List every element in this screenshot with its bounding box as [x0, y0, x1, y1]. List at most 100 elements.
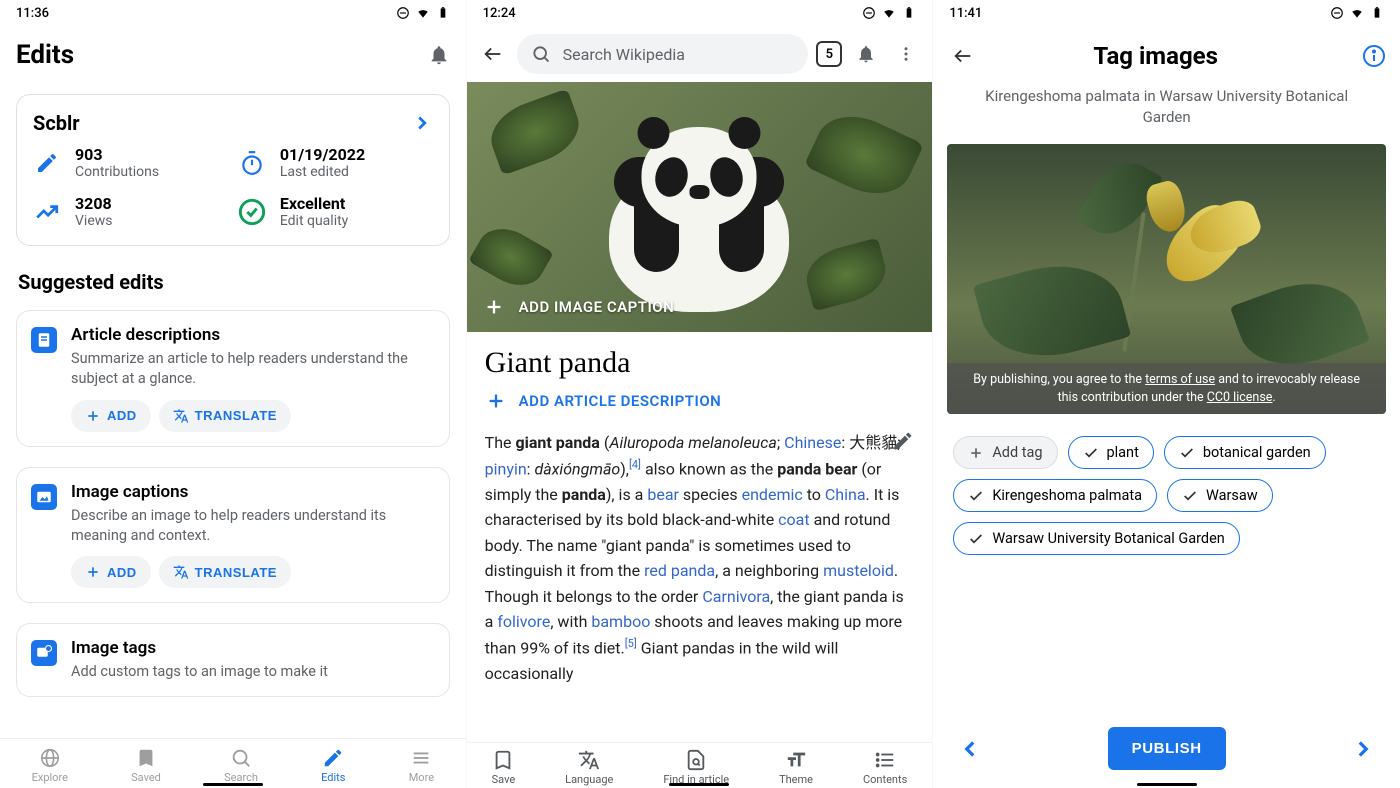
username: Scblr	[33, 111, 80, 135]
status-bar: 12:24	[467, 0, 933, 26]
trending-icon	[34, 199, 60, 225]
stat-views: 3208Views	[33, 194, 228, 229]
add-article-description-button[interactable]: ADD ARTICLE DESCRIPTION	[485, 390, 915, 412]
stopwatch-icon	[239, 150, 265, 176]
checkmark-circle-icon	[238, 198, 266, 226]
add-button[interactable]: ADD	[71, 400, 151, 432]
status-time: 11:36	[16, 6, 49, 21]
bookmark-outline-icon	[492, 749, 514, 771]
add-image-caption-button[interactable]: ADD IMAGE CAPTION	[483, 296, 675, 318]
link-bamboo[interactable]: bamboo	[591, 612, 650, 631]
notifications-icon[interactable]	[428, 44, 450, 66]
nav-explore[interactable]: Explore	[24, 745, 76, 786]
tag-image-icon	[35, 644, 53, 662]
nav-save[interactable]: Save	[492, 749, 516, 786]
terms-link[interactable]: terms of use	[1145, 372, 1215, 387]
screen-edits: 11:36 Edits Scblr 903Contributions 01/19…	[0, 0, 467, 788]
status-time: 12:24	[483, 6, 516, 21]
image-preview[interactable]: By publishing, you agree to the terms of…	[947, 144, 1386, 414]
nav-saved[interactable]: Saved	[123, 745, 169, 786]
nav-find[interactable]: Find in article	[663, 749, 729, 786]
check-icon	[1182, 488, 1198, 504]
link-folivore[interactable]: folivore	[497, 612, 550, 631]
more-vert-icon	[897, 45, 915, 63]
prev-button[interactable]	[957, 736, 983, 762]
edit-section-button[interactable]	[892, 430, 914, 452]
pencil-icon	[35, 151, 59, 175]
search-input[interactable]: Search Wikipedia	[517, 34, 809, 74]
publish-bar: PUBLISH	[933, 727, 1400, 770]
reference-5[interactable]: [5]	[625, 637, 637, 650]
info-button[interactable]	[1362, 44, 1386, 68]
link-endemic[interactable]: endemic	[742, 485, 803, 504]
pencil-icon	[322, 747, 344, 769]
suggested-image-tags[interactable]: Image tags Add custom tags to an image t…	[16, 623, 450, 697]
screen-tag-images: 11:41 Tag images Kirengeshoma palmata in…	[933, 0, 1400, 788]
overflow-button[interactable]	[890, 38, 922, 70]
home-indicator	[669, 783, 729, 786]
link-china[interactable]: China	[825, 485, 866, 504]
suggested-article-descriptions[interactable]: Article descriptions Summarize an articl…	[16, 310, 450, 447]
wifi-icon	[416, 6, 430, 20]
link-red-panda[interactable]: red panda	[644, 561, 715, 580]
reference-4[interactable]: [4]	[629, 458, 641, 471]
link-bear[interactable]: bear	[647, 485, 679, 504]
wifi-icon	[1350, 6, 1364, 20]
tag-chip[interactable]: botanical garden	[1164, 436, 1326, 469]
tag-chip[interactable]: Warsaw University Botanical Garden	[953, 522, 1239, 555]
translate-button[interactable]: TRANSLATE	[159, 556, 291, 588]
plus-icon	[483, 296, 505, 318]
back-button[interactable]	[477, 38, 509, 70]
nav-language[interactable]: Language	[565, 749, 613, 786]
find-in-page-icon	[685, 749, 707, 771]
arrow-left-icon	[482, 43, 504, 65]
article-body: Giant panda ADD ARTICLE DESCRIPTION The …	[467, 332, 933, 787]
translate-icon	[578, 749, 600, 771]
suggested-heading: Suggested edits	[0, 256, 466, 300]
status-icons	[396, 6, 450, 20]
link-carnivora[interactable]: Carnivora	[702, 587, 770, 606]
translate-button[interactable]: TRANSLATE	[159, 400, 291, 432]
globe-icon	[39, 747, 61, 769]
notifications-button[interactable]	[850, 38, 882, 70]
plus-icon	[485, 390, 507, 412]
hero-image[interactable]: ADD IMAGE CAPTION	[467, 82, 933, 332]
nav-edits[interactable]: Edits	[313, 745, 353, 786]
text-size-icon	[785, 749, 807, 771]
wifi-icon	[882, 6, 896, 20]
status-icons	[862, 6, 916, 20]
stat-last-edited: 01/19/2022Last edited	[238, 145, 433, 180]
suggested-image-captions[interactable]: Image captions Describe an image to help…	[16, 467, 450, 604]
tabs-button[interactable]: 5	[816, 41, 842, 67]
link-chinese[interactable]: Chinese	[784, 433, 841, 452]
link-pinyin[interactable]: pinyin	[485, 459, 527, 478]
home-indicator	[1137, 783, 1197, 786]
home-indicator	[203, 783, 263, 786]
tag-chip[interactable]: plant	[1068, 436, 1154, 469]
cc0-link[interactable]: CC0 license	[1207, 390, 1273, 405]
image-icon	[35, 488, 53, 506]
check-icon	[968, 531, 984, 547]
battery-icon	[902, 6, 916, 20]
user-stats-card: Scblr 903Contributions 01/19/2022Last ed…	[16, 94, 450, 246]
tag-chip[interactable]: Warsaw	[1167, 479, 1273, 512]
link-musteloid[interactable]: musteloid	[823, 561, 894, 580]
add-tag-chip[interactable]: Add tag	[953, 436, 1057, 469]
nav-more[interactable]: More	[401, 745, 442, 786]
bookmark-icon	[135, 747, 157, 769]
image-subtitle: Kirengeshoma palmata in Warsaw Universit…	[933, 86, 1400, 144]
nav-theme[interactable]: Theme	[779, 749, 813, 786]
publish-button[interactable]: PUBLISH	[1108, 727, 1226, 770]
stat-quality: ExcellentEdit quality	[238, 194, 433, 229]
chevron-right-icon[interactable]	[411, 112, 433, 134]
nav-search[interactable]: Search	[216, 745, 266, 786]
status-icons	[1330, 6, 1384, 20]
tag-chip[interactable]: Kirengeshoma palmata	[953, 479, 1157, 512]
add-button[interactable]: ADD	[71, 556, 151, 588]
link-coat[interactable]: coat	[778, 510, 809, 529]
plus-icon	[85, 408, 101, 424]
nav-contents[interactable]: Contents	[863, 749, 907, 786]
check-icon	[1179, 445, 1195, 461]
plus-icon	[968, 445, 984, 461]
next-button[interactable]	[1350, 736, 1376, 762]
